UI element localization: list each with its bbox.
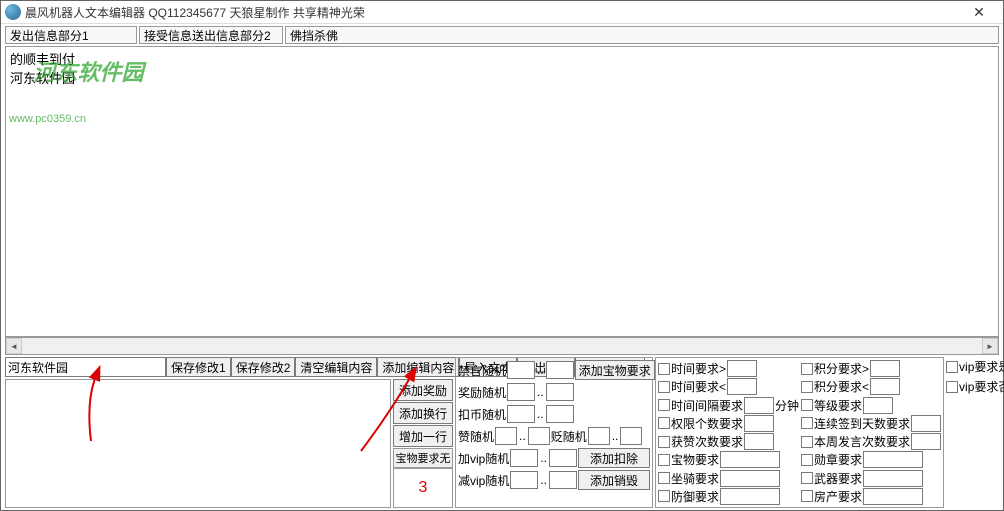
vip-yes-chk[interactable]: [946, 361, 958, 373]
dengji-chk[interactable]: [801, 399, 813, 411]
add-newline-button[interactable]: 添加换行: [393, 402, 453, 424]
jiavip-max[interactable]: [549, 449, 577, 467]
time-lt-chk[interactable]: [658, 381, 670, 393]
jifen-gt-chk[interactable]: [801, 363, 813, 375]
app-icon: [5, 4, 21, 20]
benzhou-input[interactable]: [911, 433, 941, 450]
add-reward-button[interactable]: 添加奖励: [393, 379, 453, 401]
list-area[interactable]: [5, 379, 391, 508]
save-mod2-button[interactable]: 保存修改2: [231, 357, 296, 377]
bei-label: 贬随机: [551, 428, 587, 445]
xunzhang-input[interactable]: [863, 451, 923, 468]
vip-no-chk[interactable]: [946, 381, 958, 393]
main-textarea[interactable]: 的顺丰到付 河东软件园: [5, 46, 999, 337]
count-display: 3: [393, 468, 453, 508]
jifen-lt-input[interactable]: [870, 378, 900, 395]
dengji-input[interactable]: [863, 397, 893, 414]
zan-label: 赞随机: [458, 428, 494, 445]
inc-row-button[interactable]: 增加一行: [393, 425, 453, 447]
time-gt-chk[interactable]: [658, 363, 670, 375]
vip-panel: vip要求是 vip要求否: [946, 357, 1004, 508]
huozhan-input[interactable]: [744, 433, 774, 450]
time-gap-chk[interactable]: [658, 399, 670, 411]
fangchan-chk[interactable]: [801, 490, 813, 502]
titlebar: 晨风机器人文本编辑器 QQ112345677 天狼星制作 共享精神光荣 ✕: [1, 1, 1003, 24]
jinyan-min[interactable]: [507, 361, 535, 379]
lianxu-chk[interactable]: [801, 417, 813, 429]
koubi-max[interactable]: [546, 405, 574, 423]
baowu-chk[interactable]: [658, 454, 670, 466]
time-gap-input[interactable]: [744, 397, 774, 414]
window-title: 晨风机器人文本编辑器 QQ112345677 天狼星制作 共享精神光荣: [25, 4, 365, 21]
baowu-input[interactable]: [720, 451, 780, 468]
header-recv-part2[interactable]: 接受信息送出信息部分2: [139, 26, 283, 44]
zan-max[interactable]: [528, 427, 550, 445]
fangyu-chk[interactable]: [658, 490, 670, 502]
benzhou-chk[interactable]: [801, 436, 813, 448]
jianvip-label: 减vip随机: [458, 472, 509, 489]
baowu-req-label: 宝物要求无: [393, 448, 453, 468]
jiangli-max[interactable]: [546, 383, 574, 401]
jiangli-label: 奖励随机: [458, 384, 506, 401]
time-lt-input[interactable]: [727, 378, 757, 395]
jianvip-min[interactable]: [510, 471, 538, 489]
fangyu-input[interactable]: [720, 488, 780, 505]
add-edit-button[interactable]: 添加编辑内容: [377, 357, 459, 377]
h-scrollbar[interactable]: ◄ ►: [5, 337, 999, 355]
edit-input[interactable]: [5, 357, 166, 377]
header-extra[interactable]: 佛挡杀佛: [285, 26, 999, 44]
zan-min[interactable]: [495, 427, 517, 445]
wuqi-input[interactable]: [863, 470, 923, 487]
add-baowu-req-button[interactable]: 添加宝物要求: [575, 360, 655, 380]
add-kouchu-button[interactable]: 添加扣除: [578, 448, 650, 468]
zuoqi-chk[interactable]: [658, 472, 670, 484]
zuoqi-input[interactable]: [720, 470, 780, 487]
koubi-label: 扣币随机: [458, 406, 506, 423]
bei-max[interactable]: [620, 427, 642, 445]
add-xiaohui-button[interactable]: 添加销毁: [578, 470, 650, 490]
lianxu-input[interactable]: [911, 415, 941, 432]
random-panel: 禁言随机 .. 添加宝物要求 奖励随机 .. 扣币随机 .. 赞随机 .. 贬随…: [455, 357, 653, 508]
close-button[interactable]: ✕: [959, 2, 999, 22]
huozhan-chk[interactable]: [658, 436, 670, 448]
jiavip-label: 加vip随机: [458, 450, 509, 467]
xunzhang-chk[interactable]: [801, 454, 813, 466]
save-mod1-button[interactable]: 保存修改1: [166, 357, 231, 377]
clear-edit-button[interactable]: 清空编辑内容: [295, 357, 377, 377]
header-send-part1[interactable]: 发出信息部分1: [5, 26, 137, 44]
wuqi-chk[interactable]: [801, 472, 813, 484]
quanxian-input[interactable]: [744, 415, 774, 432]
scroll-left-icon[interactable]: ◄: [6, 338, 22, 354]
jiangli-min[interactable]: [507, 383, 535, 401]
quanxian-chk[interactable]: [658, 417, 670, 429]
fangchan-input[interactable]: [863, 488, 923, 505]
jiavip-min[interactable]: [510, 449, 538, 467]
scroll-right-icon[interactable]: ►: [982, 338, 998, 354]
koubi-min[interactable]: [507, 405, 535, 423]
jinyan-max[interactable]: [546, 361, 574, 379]
jianvip-max[interactable]: [549, 471, 577, 489]
jifen-lt-chk[interactable]: [801, 381, 813, 393]
requirements-panel: 时间要求> 时间要求< 时间间隔要求分钟 权限个数要求 获赞次数要求 宝物要求 …: [655, 357, 944, 508]
bei-min[interactable]: [588, 427, 610, 445]
jifen-gt-input[interactable]: [870, 360, 900, 377]
time-gt-input[interactable]: [727, 360, 757, 377]
jinyan-label: 禁言随机: [458, 362, 506, 379]
